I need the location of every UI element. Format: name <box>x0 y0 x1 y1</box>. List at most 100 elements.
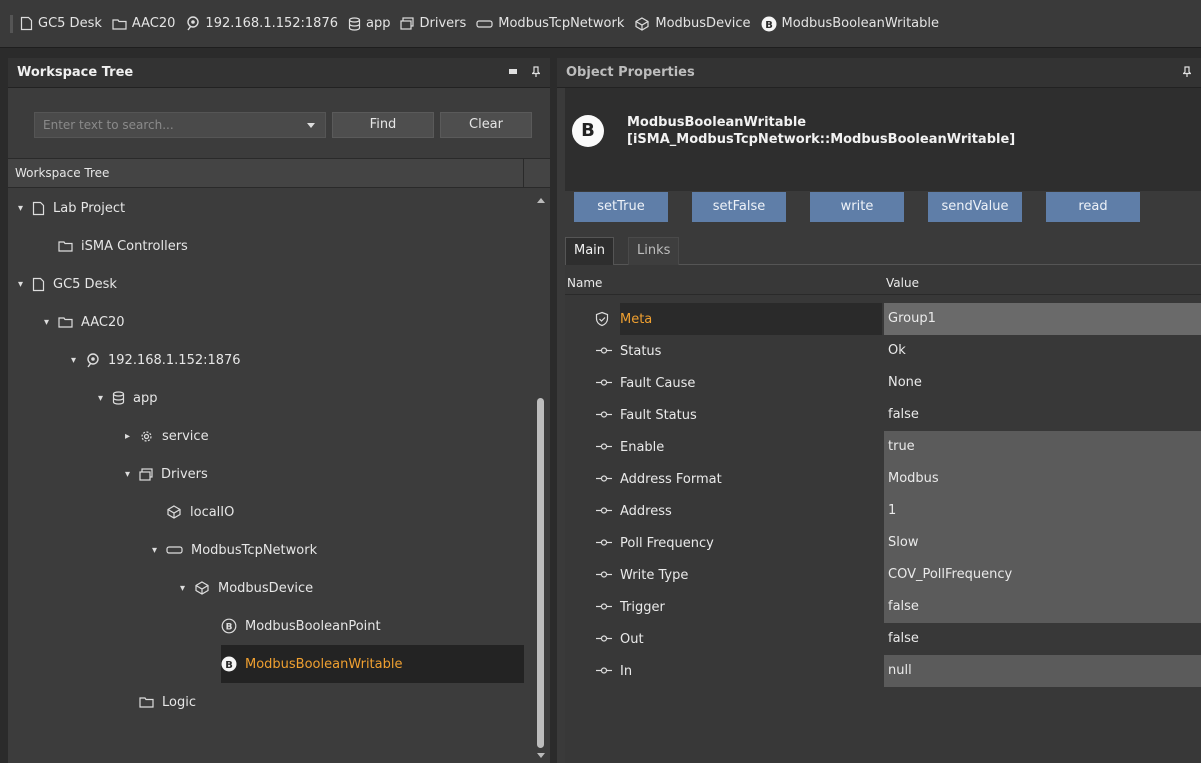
table-row[interactable]: Poll Frequency Slow <box>565 527 1201 559</box>
scroll-up-arrow-icon[interactable] <box>537 198 545 203</box>
slot-pin-icon <box>596 667 612 674</box>
expand-toggle-icon[interactable]: ▾ <box>98 393 112 404</box>
property-value[interactable]: Slow <box>884 527 1201 559</box>
find-button[interactable]: Find <box>332 112 434 138</box>
svg-text:B: B <box>225 660 233 671</box>
tree-scrollbar[interactable] <box>532 188 550 763</box>
breadcrumb-item-current[interactable]: B ModbusBooleanWritable <box>761 16 939 32</box>
tree-view: ▾ Lab Project iSMA Controllers ▾ GC5 Des… <box>8 188 528 763</box>
expand-toggle-icon[interactable]: ▾ <box>18 203 32 214</box>
breadcrumb-item-device[interactable]: ModbusDevice <box>634 16 751 31</box>
read-button[interactable]: read <box>1046 192 1140 222</box>
sendvalue-button[interactable]: sendValue <box>928 192 1022 222</box>
property-value[interactable]: true <box>884 431 1201 463</box>
tree-node-isma-controllers[interactable]: iSMA Controllers <box>58 227 188 265</box>
collapse-toggle-icon[interactable]: ▸ <box>125 431 139 442</box>
network-icon <box>166 546 183 554</box>
tree-node-aac20[interactable]: ▾ AAC20 <box>44 303 125 341</box>
tree-node-modbustcpnetwork[interactable]: ▾ ModbusTcpNetwork <box>152 531 317 569</box>
tree-node-lab-project[interactable]: ▾ Lab Project <box>18 189 125 227</box>
property-value[interactable]: null <box>884 655 1201 687</box>
object-badge: B <box>572 115 604 147</box>
property-name: Write Type <box>620 567 689 583</box>
scroll-down-arrow-icon[interactable] <box>537 753 545 758</box>
column-value-header: Value <box>886 276 919 290</box>
expand-toggle-icon[interactable]: ▾ <box>71 355 85 366</box>
boolean-badge-icon: B <box>761 16 777 31</box>
table-row[interactable]: Trigger false <box>565 591 1201 623</box>
table-row[interactable]: Status Ok <box>565 335 1201 367</box>
chevron-down-icon[interactable] <box>307 123 315 128</box>
tab-links[interactable]: Links <box>628 237 680 265</box>
expand-toggle-icon[interactable]: ▾ <box>18 279 32 290</box>
tree-node-modbusbooleanwritable[interactable]: B ModbusBooleanWritable <box>221 645 524 683</box>
property-value[interactable]: Group1 <box>884 303 1201 335</box>
table-row[interactable]: Fault Cause None <box>565 367 1201 399</box>
breadcrumb: GC5 Desk AAC20 192.168.1.152:1876 app Dr… <box>0 0 1201 48</box>
property-value: None <box>888 375 922 390</box>
property-value[interactable]: Modbus <box>884 463 1201 495</box>
slot-pin-icon <box>596 571 612 578</box>
tree-node-label: ModbusDevice <box>218 580 314 596</box>
tree-node-app[interactable]: ▾ app <box>98 379 157 417</box>
pin-icon[interactable] <box>532 66 540 77</box>
setfalse-button[interactable]: setFalse <box>692 192 786 222</box>
clear-button[interactable]: Clear <box>440 112 532 138</box>
table-row[interactable]: Enable true <box>565 431 1201 463</box>
property-name-cell: Out <box>596 623 882 655</box>
expand-toggle-icon[interactable]: ▾ <box>180 583 194 594</box>
table-row[interactable]: Out false <box>565 623 1201 655</box>
boolean-point-icon: B <box>221 618 237 634</box>
tree-node-drivers[interactable]: ▾ Drivers <box>125 455 208 493</box>
tree-node-logic[interactable]: Logic <box>139 683 196 721</box>
object-title: ModbusBooleanWritable [iSMA_ModbusTcpNet… <box>627 114 1015 148</box>
search-bar: Enter text to search... Find Clear <box>8 88 550 158</box>
property-value[interactable]: 1 <box>884 495 1201 527</box>
write-button[interactable]: write <box>810 192 904 222</box>
breadcrumb-item-network[interactable]: ModbusTcpNetwork <box>476 16 624 31</box>
expand-toggle-icon[interactable]: ▾ <box>44 317 58 328</box>
expand-toggle-icon[interactable]: ▾ <box>152 545 166 556</box>
tree-node-modbusdevice[interactable]: ▾ ModbusDevice <box>180 569 313 607</box>
database-icon <box>112 391 125 405</box>
panel-header: Workspace Tree <box>8 58 550 88</box>
object-header: B ModbusBooleanWritable [iSMA_ModbusTcpN… <box>565 88 1201 191</box>
scrollbar-thumb[interactable] <box>537 398 544 748</box>
tree-node-station[interactable]: ▾ 192.168.1.152:1876 <box>71 341 241 379</box>
breadcrumb-item-drivers[interactable]: Drivers <box>400 16 466 31</box>
property-name-cell: Trigger <box>596 591 882 623</box>
pin-icon[interactable] <box>1183 66 1191 77</box>
property-value[interactable]: COV_PollFrequency <box>884 559 1201 591</box>
expand-toggle-icon[interactable]: ▾ <box>125 469 139 480</box>
settrue-button[interactable]: setTrue <box>574 192 668 222</box>
table-row[interactable]: Write Type COV_PollFrequency <box>565 559 1201 591</box>
table-row[interactable]: Address Format Modbus <box>565 463 1201 495</box>
property-name: Meta <box>620 311 653 327</box>
search-input[interactable]: Enter text to search... <box>34 112 326 138</box>
slot-pin-icon <box>596 539 612 546</box>
breadcrumb-item-station[interactable]: 192.168.1.152:1876 <box>185 16 338 31</box>
folder-icon <box>139 697 154 708</box>
property-name-cell: Status <box>596 335 882 367</box>
tree-node-service[interactable]: ▸ service <box>125 417 209 455</box>
property-name: In <box>620 663 633 679</box>
table-row[interactable]: Address 1 <box>565 495 1201 527</box>
breadcrumb-label: app <box>366 16 391 31</box>
breadcrumb-item-aac20[interactable]: AAC20 <box>112 16 175 31</box>
tab-main[interactable]: Main <box>565 237 615 265</box>
tree-node-modbusbooleanpoint[interactable]: B ModbusBooleanPoint <box>221 607 381 645</box>
property-value[interactable]: false <box>884 591 1201 623</box>
table-row[interactable]: Fault Status false <box>565 399 1201 431</box>
slot-pin-icon <box>596 475 612 482</box>
table-row[interactable]: In null <box>565 655 1201 687</box>
property-name-cell: Fault Status <box>596 399 882 431</box>
breadcrumb-item-gc5-desk[interactable]: GC5 Desk <box>20 16 102 31</box>
tree-node-localio[interactable]: localIO <box>166 493 234 531</box>
minimize-icon[interactable] <box>508 66 518 76</box>
table-row[interactable]: Meta Group1 <box>565 303 1201 335</box>
tree-node-gc5-desk[interactable]: ▾ GC5 Desk <box>18 265 117 303</box>
slot-pin-icon <box>596 411 612 418</box>
folder-icon <box>58 317 73 328</box>
object-name: ModbusBooleanWritable <box>627 115 807 130</box>
breadcrumb-item-app[interactable]: app <box>348 16 390 31</box>
